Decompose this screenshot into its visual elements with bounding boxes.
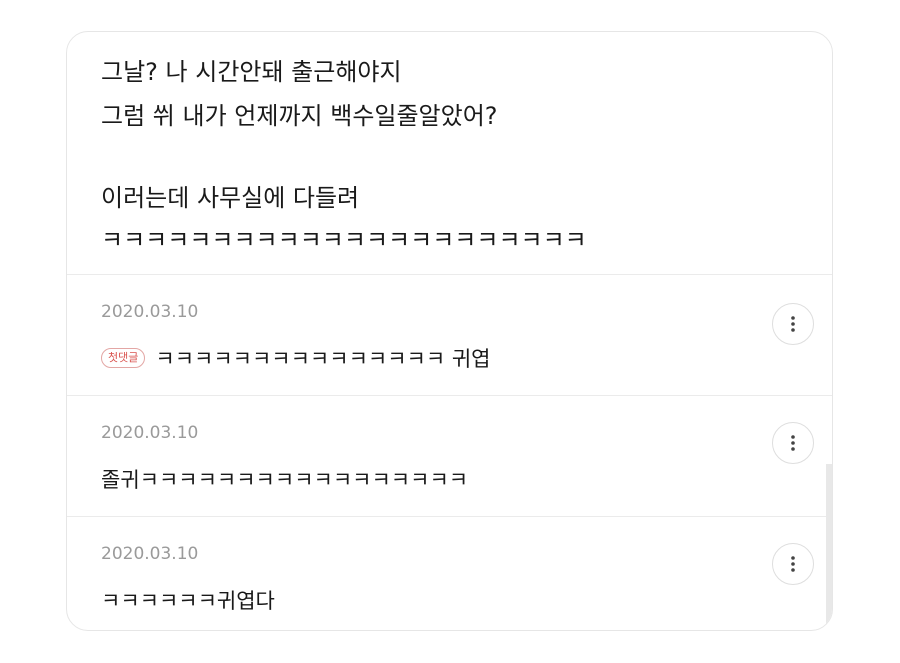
- comment-more-button[interactable]: [772, 422, 814, 464]
- comment-more-button[interactable]: [772, 303, 814, 345]
- comment-more-button[interactable]: [772, 543, 814, 585]
- more-vertical-icon: [791, 435, 795, 451]
- comment-item: 2020.03.10 ㅋㅋㅋㅋㅋㅋ귀엽다: [67, 517, 832, 630]
- comment-text: ㅋㅋㅋㅋㅋㅋㅋㅋㅋㅋㅋㅋㅋㅋㅋ 귀엽: [155, 347, 491, 371]
- comment-text-row: 첫댓글 ㅋㅋㅋㅋㅋㅋㅋㅋㅋㅋㅋㅋㅋㅋㅋ 귀엽: [101, 343, 491, 373]
- post-line: ㅋㅋㅋㅋㅋㅋㅋㅋㅋㅋㅋㅋㅋㅋㅋㅋㅋㅋㅋㅋㅋㅋ: [101, 226, 587, 254]
- comment-date: 2020.03.10: [101, 544, 199, 564]
- more-vertical-icon: [791, 556, 795, 572]
- post-line: 이러는데 사무실에 다들려: [101, 184, 360, 212]
- scrollbar[interactable]: [826, 464, 832, 630]
- post-line: 그럼 쒸 내가 언제까지 백수일줄알았어?: [101, 102, 498, 130]
- comment-text: 졸귀ㅋㅋㅋㅋㅋㅋㅋㅋㅋㅋㅋㅋㅋㅋㅋㅋㅋ: [101, 468, 469, 492]
- comment-item: 2020.03.10 졸귀ㅋㅋㅋㅋㅋㅋㅋㅋㅋㅋㅋㅋㅋㅋㅋㅋㅋ: [67, 396, 832, 517]
- post-card: 그날? 나 시간안돼 출근해야지 그럼 쒸 내가 언제까지 백수일줄알았어? 이…: [66, 31, 833, 631]
- first-comment-badge: 첫댓글: [101, 348, 146, 368]
- comment-text-row: ㅋㅋㅋㅋㅋㅋ귀엽다: [101, 585, 275, 615]
- comment-text-row: 졸귀ㅋㅋㅋㅋㅋㅋㅋㅋㅋㅋㅋㅋㅋㅋㅋㅋㅋ: [101, 464, 468, 494]
- post-line: 그날? 나 시간안돼 출근해야지: [101, 58, 402, 86]
- more-vertical-icon: [791, 316, 795, 332]
- post-body: 그날? 나 시간안돼 출근해야지 그럼 쒸 내가 언제까지 백수일줄알았어? 이…: [67, 32, 832, 275]
- comment-text: ㅋㅋㅋㅋㅋㅋ귀엽다: [101, 589, 275, 613]
- comment-date: 2020.03.10: [101, 423, 199, 443]
- comment-item: 2020.03.10 첫댓글 ㅋㅋㅋㅋㅋㅋㅋㅋㅋㅋㅋㅋㅋㅋㅋ 귀엽: [67, 275, 832, 396]
- comment-date: 2020.03.10: [101, 302, 199, 322]
